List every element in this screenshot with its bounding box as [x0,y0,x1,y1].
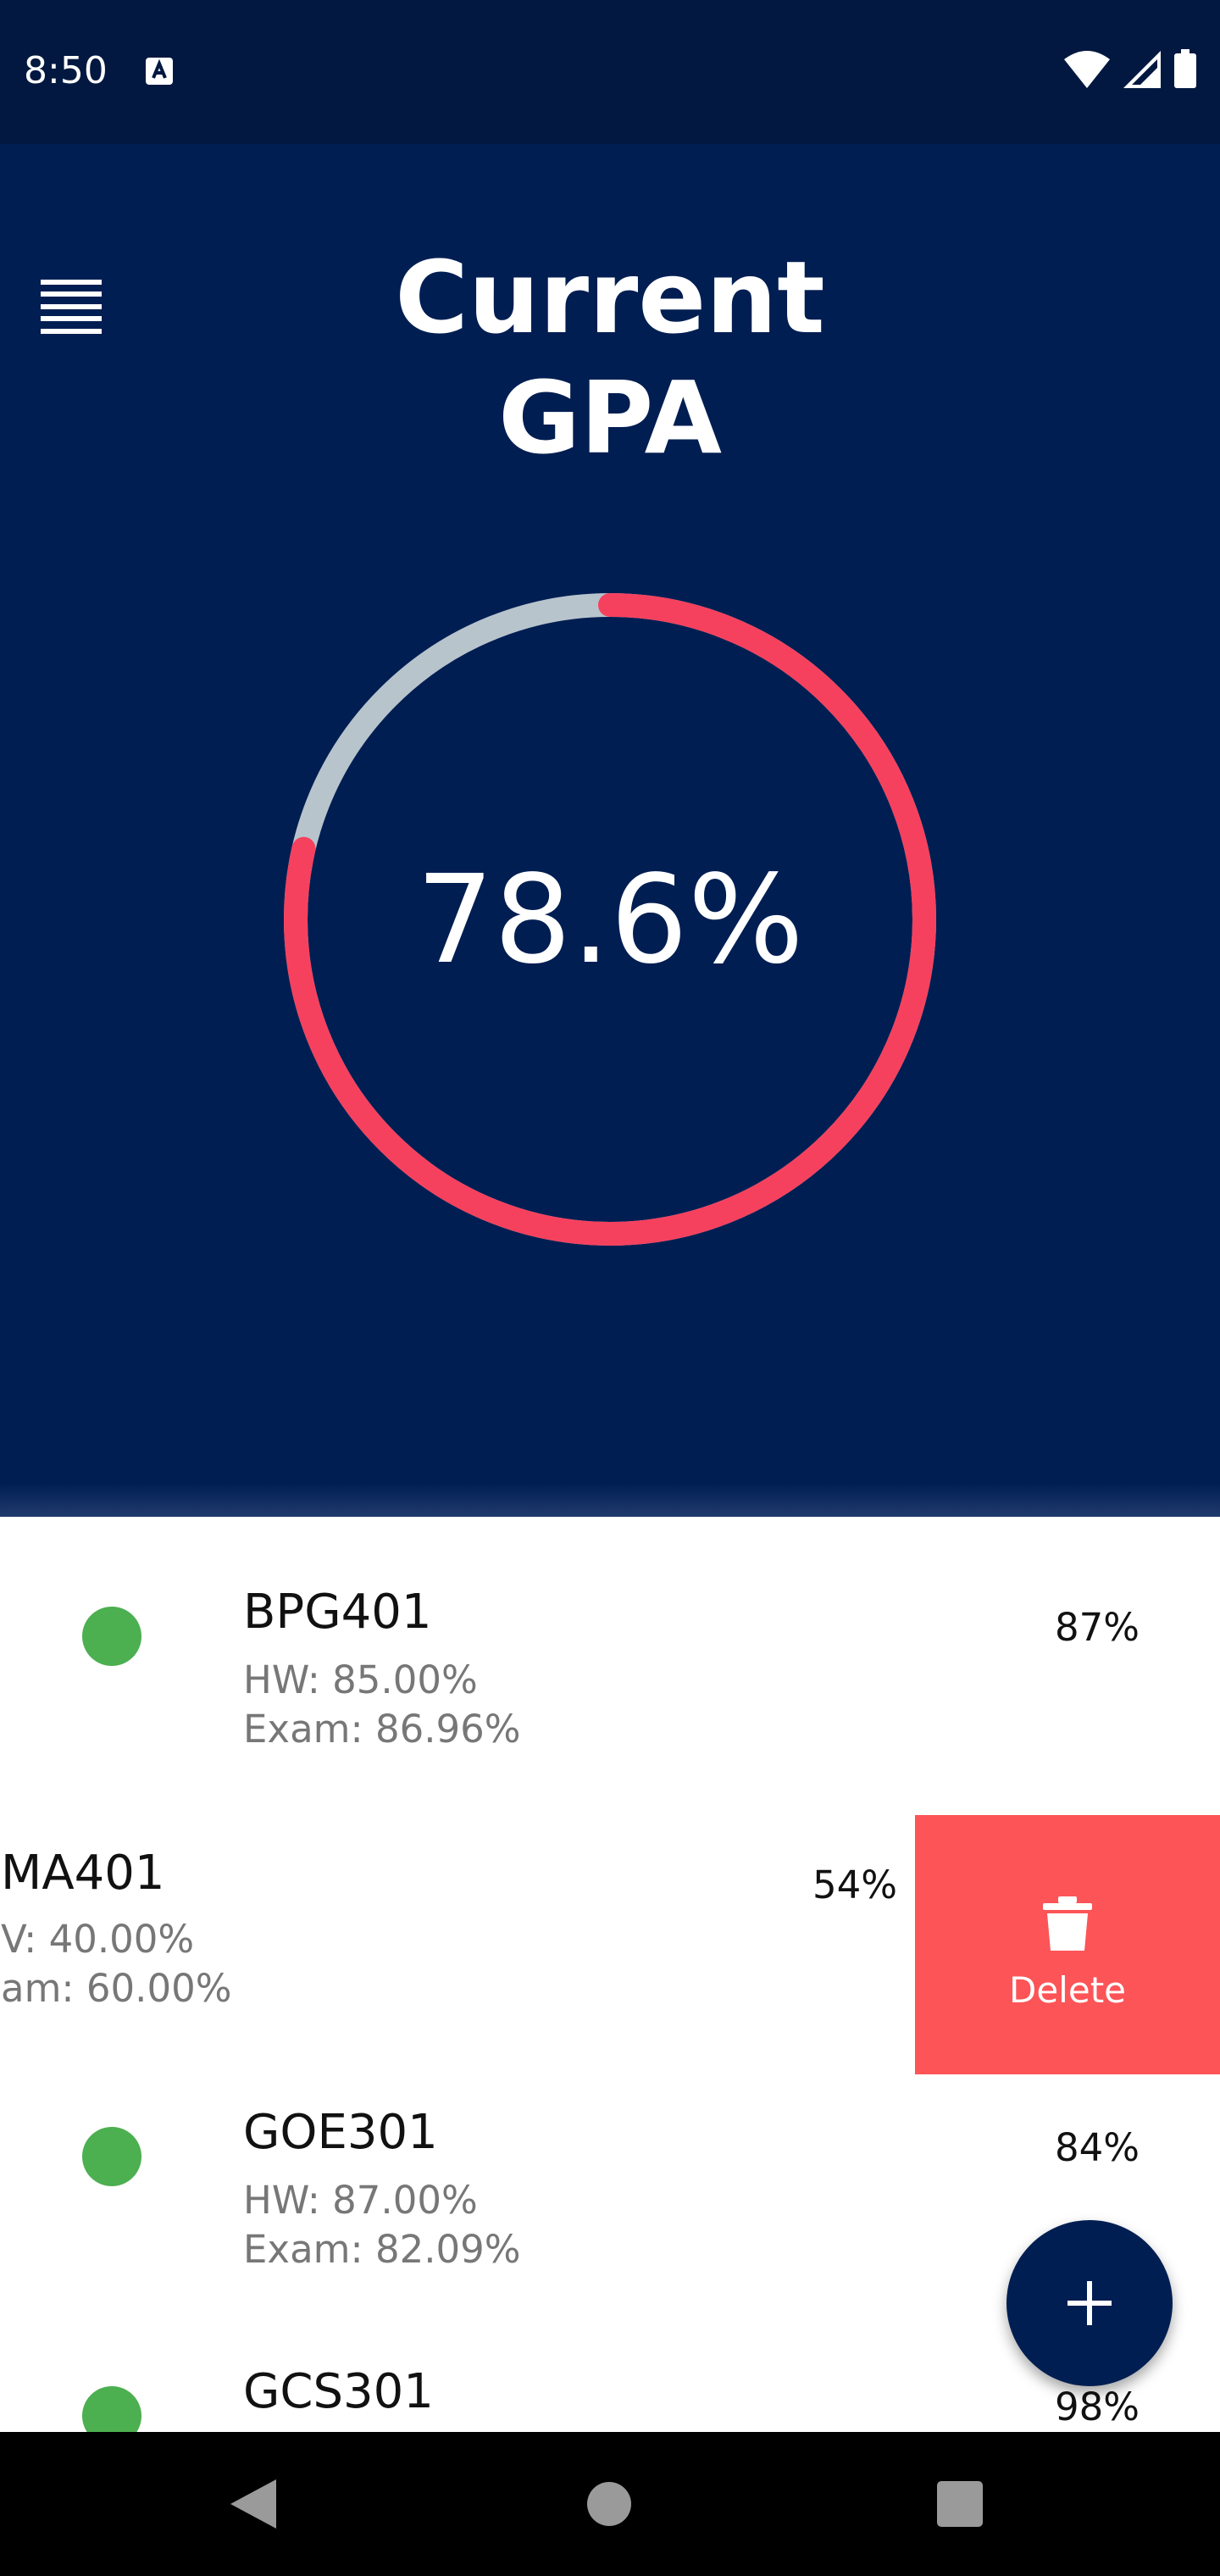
course-percentage: 98% [1054,2384,1140,2429]
status-dot [82,2127,141,2186]
status-icons [1064,49,1196,88]
page-title: Current GPA [271,237,949,478]
course-code: BPG401 [243,1585,432,1640]
plus-icon [1068,2281,1112,2325]
recents-icon[interactable] [937,2481,983,2527]
add-course-button[interactable] [1006,2220,1173,2386]
cell-signal-icon [1123,51,1161,88]
course-percentage: 84% [1054,2125,1140,2170]
menu-icon[interactable] [41,280,102,334]
delete-button[interactable]: Delete [915,1815,1220,2074]
keyboard-notification-icon [146,58,173,85]
course-row-bpg401[interactable]: BPG401 HW: 85.00% Exam: 86.96% 87% [0,1517,1220,1776]
navigation-bar [0,2432,1220,2576]
status-dot [82,1607,141,1666]
course-code: GOE301 [243,2105,438,2160]
home-icon[interactable] [586,2481,632,2527]
course-percentage: 54% [812,1863,897,1907]
course-percentage: 87% [1054,1605,1140,1650]
course-hw: V: 40.00% [1,1917,195,1962]
gpa-header: Current GPA 78.6% [0,144,1220,1517]
course-hw: HW: 85.00% [243,1657,478,1702]
page-title-line1: Current [395,239,825,356]
course-code: GCS301 [243,2364,434,2419]
course-row-ma401[interactable]: MA401 V: 40.00% am: 60.00% 54% [0,1815,978,2074]
battery-icon [1174,49,1196,88]
wifi-icon [1064,51,1110,88]
course-exam: Exam: 86.96% [243,1707,521,1752]
trash-icon [1043,1896,1092,1951]
gpa-value: 78.6% [416,848,804,991]
course-exam: Exam: 82.09% [243,2227,521,2272]
status-dot [82,2386,141,2432]
back-icon[interactable] [230,2479,276,2529]
page-title-line2: GPA [498,359,722,476]
delete-label: Delete [1009,1969,1126,2011]
course-hw: HW: 87.00% [243,2178,478,2223]
course-code: MA401 [1,1846,165,1901]
status-bar: 8:50 [0,0,1220,144]
status-time: 8:50 [24,49,108,92]
course-exam: am: 60.00% [1,1966,232,2011]
